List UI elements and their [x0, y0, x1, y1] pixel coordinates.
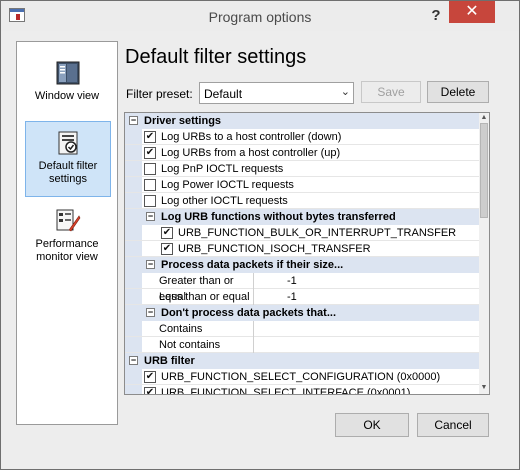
vertical-scrollbar[interactable]: ▲ ▼ — [479, 113, 489, 394]
table-row[interactable]: Not contains — [125, 337, 480, 353]
checkbox-label: Log URBs from a host controller (up) — [161, 147, 341, 159]
filter-preset-label: Filter preset: — [126, 87, 193, 101]
property-value[interactable]: -1 — [255, 273, 297, 289]
scroll-thumb[interactable] — [480, 123, 488, 218]
chevron-down-icon: ⌄ — [340, 86, 350, 98]
filter-preset-value: Default — [204, 87, 243, 101]
checkbox[interactable]: ✔ — [144, 371, 156, 383]
list-item[interactable]: Log other IOCTL requests — [125, 193, 480, 209]
table-row[interactable]: Contains — [125, 321, 480, 337]
checkbox-label: Log Power IOCTL requests — [161, 179, 294, 191]
sidebar-item-label: Window view — [34, 90, 100, 102]
collapse-icon[interactable]: − — [129, 356, 138, 365]
sidebar-item-default-filter-settings[interactable]: Default filter settings — [25, 121, 111, 197]
checkbox-label: URB_FUNCTION_SELECT_INTERFACE (0x0001) — [161, 387, 411, 395]
window-view-icon — [56, 61, 80, 85]
section-title: Driver settings — [144, 115, 222, 127]
collapse-icon[interactable]: − — [146, 308, 155, 317]
settings-property-grid[interactable]: − Driver settings ✔ Log URBs to a host c… — [124, 112, 490, 395]
program-options-window: Program options ? ✕ Window view Default … — [0, 0, 520, 470]
checkbox[interactable] — [144, 179, 156, 191]
list-item[interactable]: Log PnP IOCTL requests — [125, 161, 480, 177]
performance-monitor-icon — [56, 209, 81, 232]
section-urb-filter[interactable]: − URB filter — [125, 353, 480, 369]
filter-preset-select[interactable]: Default ⌄ — [199, 82, 354, 104]
filter-settings-icon — [58, 131, 78, 155]
checkbox[interactable] — [144, 195, 156, 207]
checkbox-label: URB_FUNCTION_ISOCH_TRANSFER — [178, 243, 371, 255]
checkbox-label: URB_FUNCTION_SELECT_CONFIGURATION (0x000… — [161, 371, 441, 383]
checkbox[interactable]: ✔ — [144, 387, 156, 394]
ok-button[interactable]: OK — [335, 413, 409, 437]
checkbox[interactable]: ✔ — [161, 243, 173, 255]
checkbox-label: Log other IOCTL requests — [161, 195, 288, 207]
sidebar-item-label: Performance monitor view — [35, 238, 99, 263]
section-dont-process-packets[interactable]: − Don't process data packets that... — [142, 305, 480, 321]
section-title: URB filter — [144, 355, 195, 367]
checkbox-label: Log PnP IOCTL requests — [161, 163, 284, 175]
title-bar[interactable]: Program options ? ✕ — [1, 1, 519, 31]
collapse-icon[interactable]: − — [146, 260, 155, 269]
sidebar-item-label: Default filter settings — [38, 160, 98, 185]
checkbox[interactable] — [144, 163, 156, 175]
table-row[interactable]: Greater than or equal -1 — [125, 273, 480, 303]
cancel-button[interactable]: Cancel — [417, 413, 489, 437]
collapse-icon[interactable]: − — [146, 212, 155, 221]
page-title: Default filter settings — [125, 46, 307, 68]
sidebar-item-window-view[interactable]: Window view — [25, 52, 111, 128]
list-item[interactable]: ✔ URB_FUNCTION_BULK_OR_INTERRUPT_TRANSFE… — [125, 225, 480, 241]
scroll-down-icon[interactable]: ▼ — [479, 383, 489, 393]
property-name: Less than or equal — [142, 289, 254, 305]
section-log-urb-functions[interactable]: − Log URB functions without bytes transf… — [142, 209, 480, 225]
sidebar-item-performance-monitor-view[interactable]: Performance monitor view — [25, 200, 111, 276]
list-item[interactable]: Log Power IOCTL requests — [125, 177, 480, 193]
list-item[interactable]: ✔ URB_FUNCTION_SELECT_CONFIGURATION (0x0… — [125, 369, 480, 385]
checkbox[interactable]: ✔ — [144, 131, 156, 143]
property-value[interactable]: -1 — [255, 289, 297, 305]
checkbox[interactable]: ✔ — [144, 147, 156, 159]
table-row[interactable]: Less than or equal -1 — [125, 289, 480, 305]
section-title: Process data packets if their size... — [161, 259, 344, 271]
section-title: Log URB functions without bytes transfer… — [161, 211, 396, 223]
save-button[interactable]: Save — [361, 81, 421, 103]
options-sidebar: Window view Default filter settings Perf… — [16, 41, 118, 425]
list-item[interactable]: ✔ URB_FUNCTION_SELECT_INTERFACE (0x0001) — [125, 385, 480, 395]
delete-button[interactable]: Delete — [427, 81, 489, 103]
section-driver-settings[interactable]: − Driver settings — [125, 113, 480, 129]
list-item[interactable]: ✔ Log URBs from a host controller (up) — [125, 145, 480, 161]
list-item[interactable]: ✔ URB_FUNCTION_ISOCH_TRANSFER — [125, 241, 480, 257]
list-item[interactable]: ✔ Log URBs to a host controller (down) — [125, 129, 480, 145]
checkbox-label: Log URBs to a host controller (down) — [161, 131, 342, 143]
collapse-icon[interactable]: − — [129, 116, 138, 125]
scroll-up-icon[interactable]: ▲ — [479, 113, 489, 123]
close-button[interactable]: ✕ — [449, 1, 495, 23]
section-process-data-packets[interactable]: − Process data packets if their size... — [142, 257, 480, 273]
property-name: Greater than or equal — [142, 273, 254, 303]
property-name: Not contains — [142, 337, 254, 353]
property-name: Contains — [142, 321, 254, 337]
checkbox[interactable]: ✔ — [161, 227, 173, 239]
section-title: Don't process data packets that... — [161, 307, 336, 319]
checkbox-label: URB_FUNCTION_BULK_OR_INTERRUPT_TRANSFER — [178, 227, 457, 239]
help-button[interactable]: ? — [423, 5, 449, 27]
